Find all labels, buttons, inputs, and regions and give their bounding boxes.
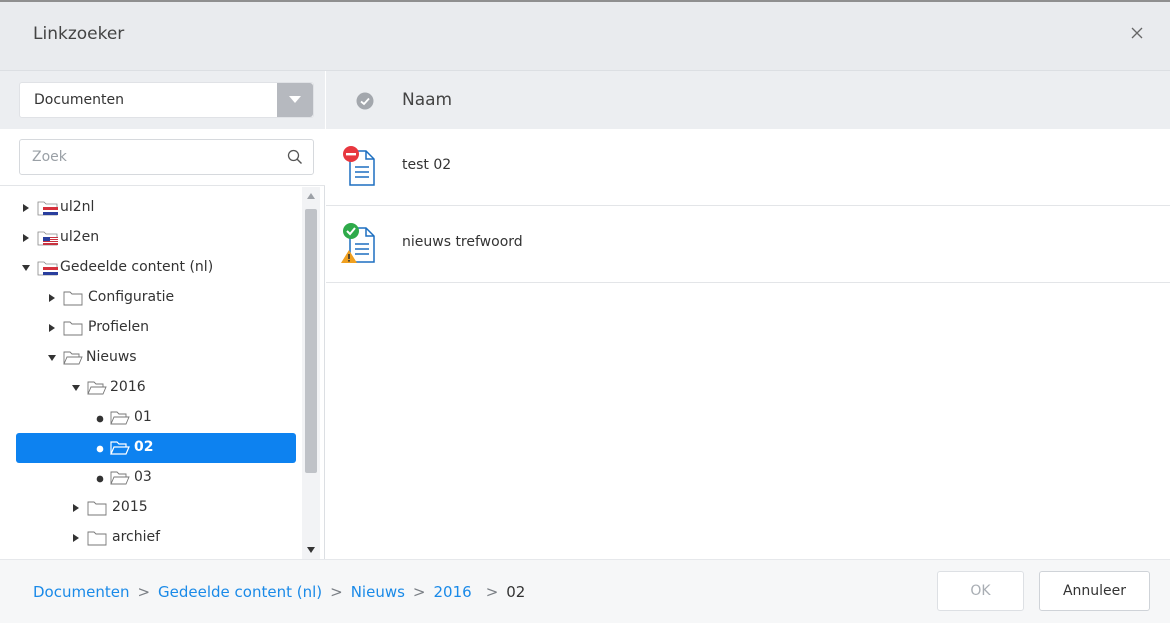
result-name: test 02 xyxy=(402,157,452,173)
caret-right-icon[interactable] xyxy=(22,204,30,212)
folder-open-icon xyxy=(110,411,130,425)
cancel-button[interactable]: Annuleer xyxy=(1039,571,1150,611)
folder-icon xyxy=(63,321,83,336)
results-header: Naam xyxy=(326,71,1170,129)
tree-scrollbar[interactable] xyxy=(302,187,320,559)
breadcrumb-separator-icon: > xyxy=(412,583,426,601)
caret-down-icon[interactable] xyxy=(22,264,30,272)
folder-icon xyxy=(87,531,107,546)
tree-node-label: 01 xyxy=(134,409,152,425)
bullet-icon xyxy=(96,415,104,423)
scroll-down-icon[interactable] xyxy=(307,547,315,553)
tree-node-03[interactable]: 03 xyxy=(0,465,300,491)
tree-node-label: 03 xyxy=(134,469,152,485)
folder-open-icon xyxy=(63,351,83,365)
tree-node-label: Gedeelde content (nl) xyxy=(60,259,214,275)
folder-open-icon xyxy=(110,441,130,455)
left-panel: Documenten ul2nl xyxy=(0,71,325,559)
result-row-nieuws-trefwoord[interactable]: nieuws trefwoord xyxy=(326,206,1170,283)
breadcrumb-separator-icon: > xyxy=(137,583,151,601)
tree-node-2015[interactable]: 2015 xyxy=(0,495,300,521)
dialog-footer: Documenten > Gedeelde content (nl) > Nieuws >… xyxy=(0,559,1170,623)
scroll-up-icon[interactable] xyxy=(307,193,315,199)
caret-down-icon[interactable] xyxy=(72,384,80,392)
result-name: nieuws trefwoord xyxy=(402,234,523,250)
caret-right-icon[interactable] xyxy=(72,534,80,542)
tree-node-label: archief xyxy=(112,529,161,545)
caret-down-icon[interactable] xyxy=(48,354,56,362)
caret-right-icon[interactable] xyxy=(22,234,30,242)
tree-node-ul2nl[interactable]: ul2nl xyxy=(0,195,300,221)
folder-tree: ul2nl ul2en Gedeelde content (nl) Config… xyxy=(0,187,300,559)
dialog-header: Linkzoeker xyxy=(0,2,1170,71)
tree-node-label: 2016 xyxy=(110,379,146,395)
link-finder-dialog: Linkzoeker Documenten Zoek ul2nl ul2en G… xyxy=(0,0,1170,623)
breadcrumb-separator-icon: > xyxy=(485,583,499,601)
dialog-title: Linkzoeker xyxy=(33,24,125,44)
results-panel: Naam test 02 nieuws trefwoord xyxy=(326,71,1170,559)
tree-node-label: Nieuws xyxy=(86,349,137,365)
nl-flag-site-icon xyxy=(37,261,58,276)
search-input[interactable] xyxy=(32,146,272,168)
nl-flag-site-icon xyxy=(37,201,58,216)
tree-node-2016[interactable]: 2016 xyxy=(0,375,300,401)
tree-node-gedeelde-content[interactable]: Gedeelde content (nl) xyxy=(0,255,300,281)
breadcrumb-item[interactable]: Gedeelde content (nl) xyxy=(158,583,322,601)
tree-node-01[interactable]: 01 xyxy=(0,405,300,431)
source-select-value: Documenten xyxy=(34,92,125,108)
search-box xyxy=(19,139,314,175)
en-flag-site-icon xyxy=(37,231,58,246)
tree-node-configuratie[interactable]: Configuratie xyxy=(0,285,300,311)
ok-button[interactable]: OK xyxy=(937,571,1024,611)
source-select[interactable]: Documenten xyxy=(19,82,314,118)
breadcrumb-item[interactable]: 2016 xyxy=(434,583,472,601)
tree-node-label: Profielen xyxy=(88,319,150,335)
scrollbar-thumb[interactable] xyxy=(305,209,317,473)
tree-node-nieuws[interactable]: Nieuws xyxy=(0,345,300,371)
caret-right-icon[interactable] xyxy=(48,324,56,332)
select-all-check-icon[interactable] xyxy=(356,92,374,110)
tree-node-label: Configuratie xyxy=(88,289,175,305)
folder-open-icon xyxy=(87,381,107,395)
search-row xyxy=(0,129,325,186)
breadcrumb-separator-icon: > xyxy=(330,583,343,601)
result-row-test-02[interactable]: test 02 xyxy=(326,129,1170,206)
caret-right-icon[interactable] xyxy=(48,294,56,302)
breadcrumb-item[interactable]: Documenten xyxy=(33,583,129,601)
tree-node-profielen[interactable]: Profielen xyxy=(0,315,300,341)
folder-open-icon xyxy=(110,471,130,485)
tree-node-label: ul2nl xyxy=(60,199,95,215)
document-published-warning-icon xyxy=(341,223,375,263)
chevron-down-icon[interactable] xyxy=(277,83,313,117)
bullet-icon xyxy=(96,445,104,453)
tree-node-label: 02 xyxy=(134,439,154,455)
bullet-icon xyxy=(96,475,104,483)
tree-node-label: 2015 xyxy=(112,499,148,515)
breadcrumb: Documenten > Gedeelde content (nl) > Nieuws >… xyxy=(33,583,525,601)
breadcrumb-item[interactable]: Nieuws xyxy=(351,583,405,601)
tree-node-ul2en[interactable]: ul2en xyxy=(0,225,300,251)
close-icon[interactable] xyxy=(1126,22,1148,44)
tree-node-label: ul2en xyxy=(60,229,100,245)
caret-right-icon[interactable] xyxy=(72,504,80,512)
search-icon[interactable] xyxy=(287,149,303,169)
tree-node-archief[interactable]: archief xyxy=(0,525,300,551)
folder-icon xyxy=(87,501,107,516)
document-blocked-icon xyxy=(343,146,375,186)
folder-icon xyxy=(63,291,83,306)
source-select-row: Documenten xyxy=(0,71,325,129)
breadcrumb-current: 02 xyxy=(506,583,526,601)
tree-node-02-selected[interactable]: 02 xyxy=(16,433,296,463)
name-column-header[interactable]: Naam xyxy=(402,90,452,110)
